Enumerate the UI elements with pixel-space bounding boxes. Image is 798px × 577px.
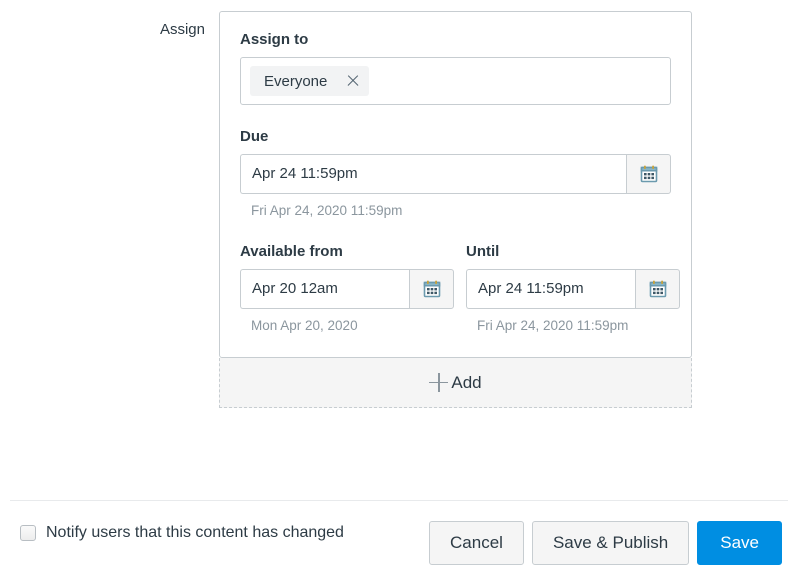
assign-row: Assign Assign to Everyone Due Apr 24 11:… xyxy=(0,0,798,470)
form-footer: Notify users that this content has chang… xyxy=(0,505,798,577)
calendar-icon xyxy=(649,280,666,298)
available-from-input-group xyxy=(240,269,454,309)
assign-row-label: Assign xyxy=(159,21,205,38)
until-calendar-button[interactable] xyxy=(635,269,680,309)
available-from-hint: Mon Apr 20, 2020 xyxy=(251,318,358,333)
assignee-token[interactable]: Everyone xyxy=(250,66,370,96)
due-date-hint: Fri Apr 24, 2020 11:59pm xyxy=(251,203,403,218)
available-from-input[interactable] xyxy=(240,269,409,309)
close-icon[interactable] xyxy=(345,73,361,89)
due-calendar-button[interactable] xyxy=(626,154,671,194)
assign-override-card: Assign to Everyone Due Apr 24 11:59pm Fr… xyxy=(219,11,692,358)
save-button[interactable]: Save xyxy=(697,521,782,565)
due-date-input[interactable] xyxy=(240,154,626,194)
available-from-label: Available from xyxy=(240,243,343,260)
footer-button-group: Cancel Save & Publish Save xyxy=(429,521,782,565)
notify-users-checkbox[interactable] xyxy=(20,525,36,541)
assignee-token-label: Everyone xyxy=(264,72,328,90)
assign-to-input[interactable]: Everyone xyxy=(240,57,671,105)
until-hint: Fri Apr 24, 2020 11:59pm xyxy=(477,318,629,333)
until-input-group xyxy=(466,269,680,309)
add-button-inner: Add xyxy=(429,372,482,393)
until-label: Until xyxy=(466,243,500,260)
due-label: Due xyxy=(240,128,269,145)
assign-to-label: Assign to xyxy=(240,31,309,48)
save-and-publish-button[interactable]: Save & Publish xyxy=(531,521,690,565)
footer-divider xyxy=(10,500,788,501)
due-field: Due Apr 24 11:59pm Fri Apr 24, 2020 11:5… xyxy=(240,127,671,220)
available-from-field: Available from Apr 20 12am Mon Apr 20, 2… xyxy=(240,242,454,335)
notify-users-label: Notify users that this content has chang… xyxy=(46,524,344,541)
until-input[interactable] xyxy=(466,269,635,309)
until-field: Until Apr 24 11:59pm Fri Apr 24, 2020 11… xyxy=(466,242,680,335)
calendar-icon xyxy=(423,280,440,298)
notify-users-checkbox-row[interactable]: Notify users that this content has chang… xyxy=(20,523,344,543)
add-button-label: Add xyxy=(451,372,482,392)
assignment-dates-form: Assign Assign to Everyone Due Apr 24 11:… xyxy=(0,0,798,577)
due-input-group xyxy=(240,154,671,194)
availability-fields: Available from Apr 20 12am Mon Apr 20, 2… xyxy=(240,242,680,335)
assign-to-field: Assign to Everyone xyxy=(240,30,671,105)
plus-icon xyxy=(429,373,449,392)
assign-card-stack: Assign to Everyone Due Apr 24 11:59pm Fr… xyxy=(219,11,692,408)
cancel-button[interactable]: Cancel xyxy=(429,521,524,565)
available-from-calendar-button[interactable] xyxy=(409,269,454,309)
calendar-icon xyxy=(640,165,657,183)
add-override-button[interactable]: Add xyxy=(219,358,692,408)
